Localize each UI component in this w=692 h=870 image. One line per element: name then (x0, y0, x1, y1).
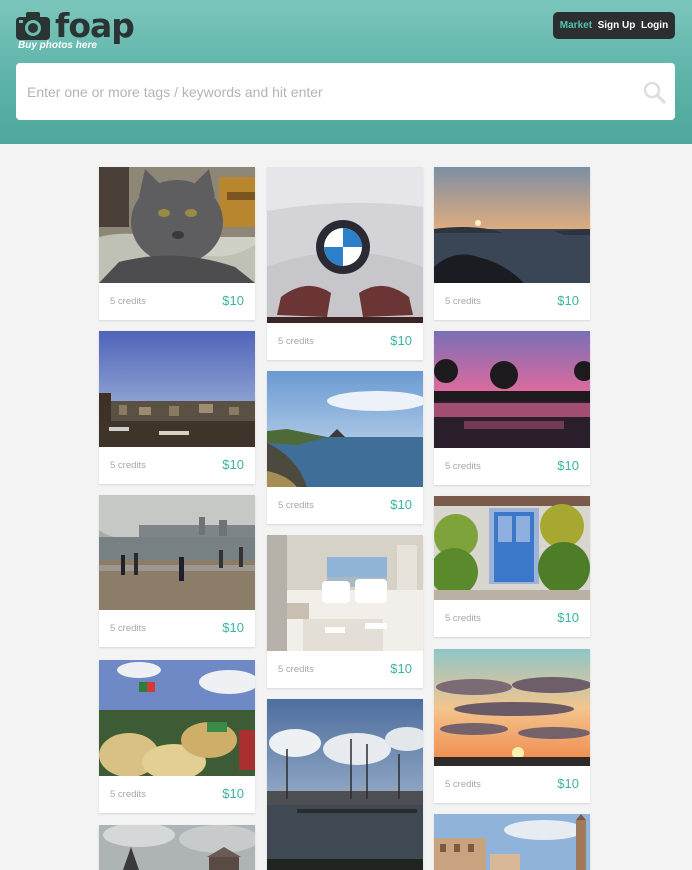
photo-credits: 5 credits (445, 613, 481, 624)
photo-harbor[interactable] (267, 699, 423, 870)
photo-card[interactable]: 5 credits $10 (99, 331, 255, 484)
photo-card[interactable]: 5 credits $10 (267, 371, 423, 524)
photo-credits: 5 credits (110, 623, 146, 634)
photo-meta: 5 credits $10 (267, 487, 423, 524)
photo-price: $10 (557, 293, 579, 308)
photo-card[interactable]: 5 credits $10 (267, 535, 423, 688)
photo-card[interactable] (267, 699, 423, 870)
photo-sombreros[interactable] (99, 660, 255, 776)
photo-credits: 5 credits (110, 460, 146, 471)
photo-pink-lake[interactable] (434, 331, 590, 448)
photo-card[interactable]: 5 credits $10 (434, 331, 590, 485)
photo-price: $10 (222, 293, 244, 308)
photo-meta: 5 credits $10 (434, 600, 590, 637)
photo-blue-door[interactable] (434, 496, 590, 600)
photo-beach-crowd[interactable] (99, 495, 255, 610)
photo-price: $10 (557, 776, 579, 791)
photo-castle[interactable] (99, 825, 255, 870)
photo-bedroom[interactable] (267, 535, 423, 651)
photo-meta: 5 credits $10 (99, 283, 255, 320)
photo-card[interactable]: 5 credits $10 (434, 649, 590, 803)
photo-card[interactable] (99, 825, 255, 870)
photo-cat[interactable] (99, 167, 255, 283)
photo-card[interactable]: 5 credits $10 (99, 660, 255, 813)
nav-signup-link[interactable]: Sign Up (598, 20, 636, 31)
camera-icon (16, 12, 50, 40)
top-nav: Market Sign Up Login (553, 12, 675, 39)
photo-card[interactable]: 5 credits $10 (99, 495, 255, 647)
search-bar (16, 63, 675, 120)
nav-market-link[interactable]: Market (560, 20, 592, 31)
photo-credits: 5 credits (110, 296, 146, 307)
photo-price: $10 (557, 458, 579, 473)
photo-city-skyline[interactable] (99, 331, 255, 447)
photo-credits: 5 credits (445, 296, 481, 307)
photo-price: $10 (557, 610, 579, 625)
photo-credits: 5 credits (445, 461, 481, 472)
photo-credits: 5 credits (445, 779, 481, 790)
photo-meta: 5 credits $10 (99, 776, 255, 813)
search-input[interactable] (16, 63, 636, 120)
photo-credits: 5 credits (278, 336, 314, 347)
photo-card[interactable]: 5 credits $10 (434, 496, 590, 637)
photo-card[interactable]: 5 credits $10 (267, 167, 423, 360)
photo-price: $10 (222, 620, 244, 635)
header: foap Buy photos here Market Sign Up Logi… (0, 0, 692, 144)
photo-price: $10 (390, 661, 412, 676)
photo-meta: 5 credits $10 (434, 766, 590, 803)
photo-card[interactable] (434, 814, 590, 870)
search-icon[interactable] (642, 80, 666, 104)
photo-price: $10 (222, 457, 244, 472)
photo-card[interactable]: 5 credits $10 (434, 167, 590, 320)
photo-coast[interactable] (267, 371, 423, 487)
photo-meta: 5 credits $10 (99, 610, 255, 647)
photo-sea-sunset[interactable] (434, 167, 590, 283)
photo-meta: 5 credits $10 (434, 283, 590, 320)
photo-price: $10 (390, 333, 412, 348)
photo-meta: 5 credits $10 (434, 448, 590, 485)
photo-meta: 5 credits $10 (99, 447, 255, 484)
photo-meta: 5 credits $10 (267, 323, 423, 360)
photo-venice[interactable] (434, 814, 590, 870)
photo-card[interactable]: 5 credits $10 (99, 167, 255, 320)
photo-credits: 5 credits (110, 789, 146, 800)
photo-bmw[interactable] (267, 167, 423, 323)
photo-credits: 5 credits (278, 500, 314, 511)
photo-meta: 5 credits $10 (267, 651, 423, 688)
foap-logo[interactable]: foap Buy photos here (16, 6, 135, 54)
photo-price: $10 (390, 497, 412, 512)
nav-login-link[interactable]: Login (641, 20, 668, 31)
brand-tagline: Buy photos here (18, 40, 97, 51)
photo-credits: 5 credits (278, 664, 314, 675)
photo-price: $10 (222, 786, 244, 801)
photo-sunset-clouds[interactable] (434, 649, 590, 766)
